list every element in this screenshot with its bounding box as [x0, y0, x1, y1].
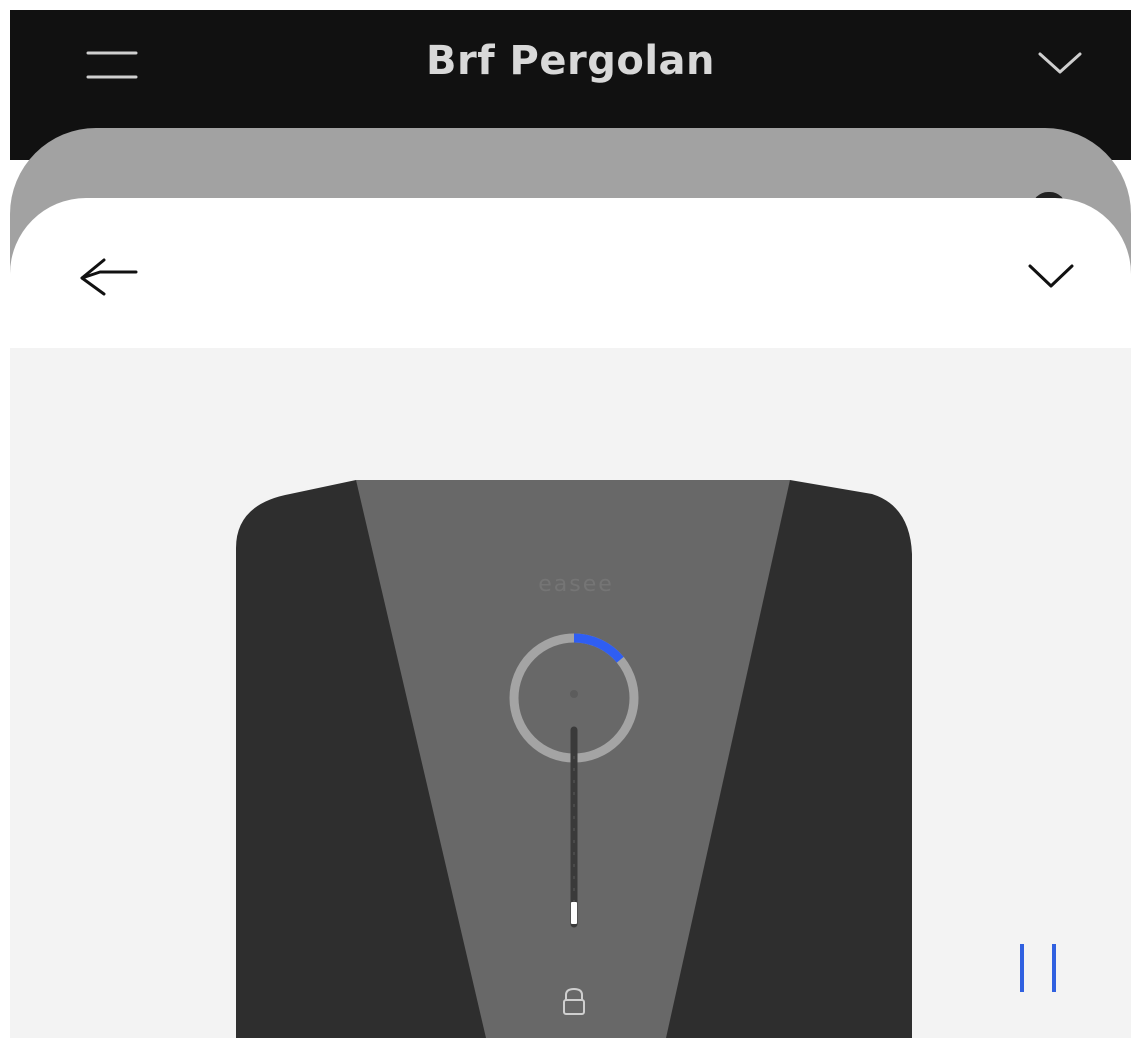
charger-device: easee — [236, 476, 916, 1038]
site-title[interactable]: Brf Pergolan — [10, 38, 1131, 84]
chevron-down-icon[interactable] — [1026, 260, 1076, 290]
charger-graphic — [236, 480, 912, 1038]
charger-detail-sheet: easee — [10, 198, 1131, 1038]
status-led — [570, 690, 578, 698]
led-active-segment — [571, 902, 577, 924]
back-arrow-icon[interactable] — [74, 252, 144, 298]
pause-icon[interactable] — [1014, 938, 1074, 998]
chevron-down-icon[interactable] — [1036, 48, 1084, 78]
charger-illustration-area: easee — [10, 348, 1131, 1038]
